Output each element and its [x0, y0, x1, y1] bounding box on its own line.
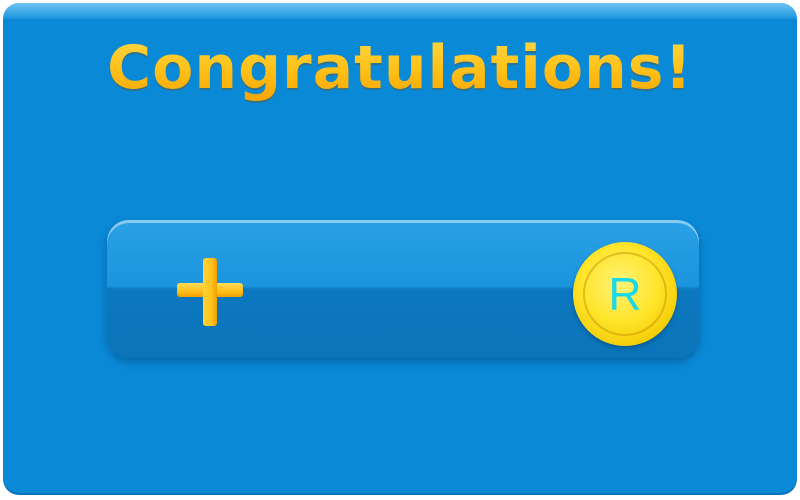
plus-icon-vertical-stroke	[203, 258, 217, 326]
reward-bar: R	[107, 220, 699, 358]
dialog-title: Congratulations!	[3, 33, 797, 103]
plus-icon[interactable]	[175, 258, 245, 328]
congratulations-dialog: Congratulations! R	[3, 3, 797, 495]
coin-icon: R	[573, 242, 677, 346]
coin-letter: R	[608, 268, 642, 320]
dialog-top-highlight	[3, 3, 797, 19]
